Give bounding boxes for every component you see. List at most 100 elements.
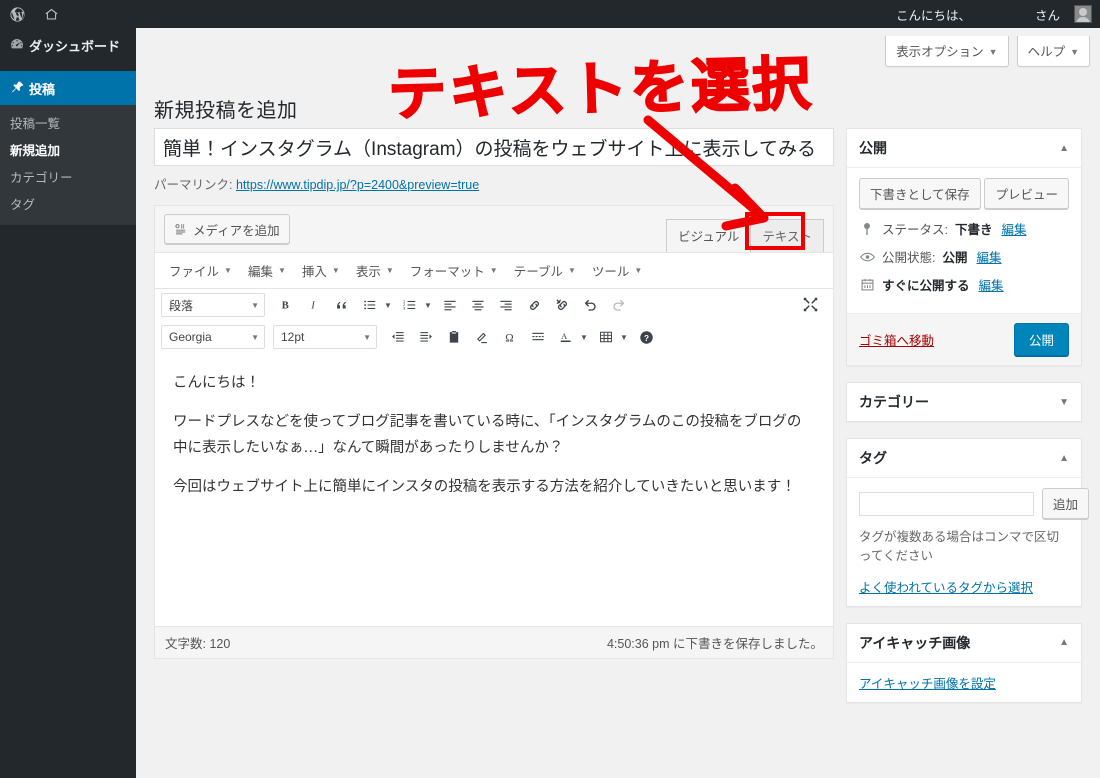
sidebar-item-all-posts[interactable]: 投稿一覧 — [0, 109, 136, 136]
sidebar-item-add-new[interactable]: 新規追加 — [0, 136, 136, 163]
move-to-trash-link[interactable]: ゴミ箱へ移動 — [859, 330, 934, 349]
post-visibility-label: 公開状態: — [882, 251, 936, 265]
table-options-icon[interactable]: ▼ — [617, 326, 631, 348]
save-draft-button[interactable]: 下書きとして保存 — [859, 178, 981, 209]
chevron-down-icon: ▼ — [988, 47, 998, 57]
sidebar-separator — [0, 62, 136, 71]
menu-edit[interactable]: 編集 ▼ — [240, 257, 294, 284]
remove-link-icon[interactable] — [549, 294, 575, 316]
screen-options-label: 表示オプション — [896, 45, 984, 59]
align-center-icon[interactable] — [465, 294, 491, 316]
tag-input[interactable] — [859, 491, 1034, 516]
featured-image-box-body: アイキャッチ画像を設定 — [847, 663, 1081, 702]
chevron-down-icon[interactable]: ▼ — [1059, 397, 1069, 408]
text-color-options-icon[interactable]: ▼ — [577, 326, 591, 348]
clear-formatting-icon[interactable] — [469, 326, 495, 348]
svg-text:Ω: Ω — [505, 332, 513, 344]
calendar-icon — [859, 278, 875, 291]
sidebar-item-tags[interactable]: タグ — [0, 190, 136, 217]
font-size-select[interactable]: 12pt ▼ — [273, 325, 377, 349]
indent-icon[interactable] — [413, 326, 439, 348]
table-icon[interactable] — [593, 326, 619, 348]
distraction-free-icon[interactable] — [797, 293, 823, 315]
choose-from-popular-tags-link[interactable]: よく使われているタグから選択 — [859, 577, 1033, 596]
menu-tools[interactable]: ツール ▼ — [584, 257, 650, 284]
tab-visual[interactable]: ビジュアル — [666, 219, 752, 252]
chevron-down-icon: ▼ — [277, 266, 286, 275]
menu-table[interactable]: テーブル ▼ — [506, 257, 584, 284]
tab-text-label: テキスト — [762, 230, 812, 244]
permalink-row: パーマリンク: https://www.tipdip.jp/?p=2400&pr… — [154, 174, 834, 193]
menu-format[interactable]: フォーマット ▼ — [402, 257, 506, 284]
sidebar-item-dashboard[interactable]: ダッシュボード — [0, 28, 136, 62]
publish-box-header[interactable]: 公開 ▲ — [847, 129, 1081, 168]
bold-icon[interactable]: B — [273, 294, 299, 316]
post-title-input[interactable] — [154, 128, 834, 166]
edit-visibility-link[interactable]: 編集 — [977, 247, 1002, 266]
undo-icon[interactable] — [577, 294, 603, 316]
menu-view[interactable]: 表示 ▼ — [348, 257, 402, 284]
insert-more-icon[interactable] — [525, 326, 551, 348]
chevron-down-icon: ▼ — [385, 266, 394, 275]
editor-status-bar: 文字数: 120 4:50:36 pm に下書きを保存しました。 — [155, 626, 833, 658]
publish-box-footer: ゴミ箱へ移動 公開 — [847, 313, 1081, 365]
editor-content-area[interactable]: こんにちは！ ワードプレスなどを使ってブログ記事を書いている時に、「インスタグラ… — [155, 355, 833, 626]
permalink-link[interactable]: https://www.tipdip.jp/?p=2400&preview=tr… — [236, 178, 479, 192]
publish-actions: 下書きとして保存 プレビュー — [859, 178, 1069, 209]
numbered-list-options-icon[interactable]: ▼ — [421, 294, 435, 316]
help-icon[interactable]: ? — [633, 326, 659, 348]
add-tag-button[interactable]: 追加 — [1042, 488, 1090, 519]
editor-paragraph: 今回はウェブサイト上に簡単にインスタの投稿を表示する方法を紹介していきたいと思い… — [173, 479, 796, 496]
insert-link-icon[interactable] — [521, 294, 547, 316]
svg-text:B: B — [282, 301, 289, 312]
menu-insert[interactable]: 挿入 ▼ — [294, 257, 348, 284]
chevron-up-icon[interactable]: ▲ — [1059, 143, 1069, 154]
chevron-up-icon[interactable]: ▲ — [1059, 453, 1069, 464]
font-family-select[interactable]: Georgia ▼ — [161, 325, 265, 349]
title-field-wrap — [154, 128, 834, 166]
align-left-icon[interactable] — [437, 294, 463, 316]
preview-button[interactable]: プレビュー — [984, 178, 1069, 209]
edit-schedule-link[interactable]: 編集 — [979, 275, 1004, 294]
featured-image-box: アイキャッチ画像 ▲ アイキャッチ画像を設定 — [846, 622, 1082, 703]
featured-image-box-header[interactable]: アイキャッチ画像 ▲ — [847, 624, 1081, 663]
editor-paragraph: ワードプレスなどを使ってブログ記事を書いている時に、「インスタグラムのこの投稿を… — [173, 414, 802, 456]
publish-button[interactable]: 公開 — [1013, 323, 1069, 356]
align-right-icon[interactable] — [493, 294, 519, 316]
special-character-icon[interactable]: Ω — [497, 326, 523, 348]
help-button[interactable]: ヘルプ ▼ — [1016, 36, 1090, 67]
categories-box-header[interactable]: カテゴリー ▼ — [847, 383, 1081, 421]
admin-bar-left — [0, 0, 68, 28]
tags-box-header[interactable]: タグ ▲ — [847, 439, 1081, 478]
edit-status-link[interactable]: 編集 — [1002, 219, 1027, 238]
chevron-up-icon[interactable]: ▲ — [1059, 637, 1069, 648]
svg-text:I: I — [310, 301, 315, 312]
set-featured-image-link[interactable]: アイキャッチ画像を設定 — [859, 677, 996, 691]
tag-help-text: タグが複数ある場合はコンマで区切ってください — [859, 530, 1060, 563]
redo-icon[interactable] — [605, 294, 631, 316]
menu-file[interactable]: ファイル ▼ — [161, 257, 240, 284]
autosave-status: 4:50:36 pm に下書きを保存しました。 — [606, 637, 823, 651]
home-icon[interactable] — [35, 0, 68, 28]
main-content: 表示オプション ▼ ヘルプ ▼ 新規投稿を追加 パーマリンク: https://ww… — [136, 28, 1100, 778]
wordpress-logo-icon[interactable] — [0, 0, 35, 28]
tab-text[interactable]: テキスト — [745, 212, 824, 252]
sidebar-item-posts-label: 投稿 — [29, 81, 56, 97]
bullet-list-options-icon[interactable]: ▼ — [381, 294, 395, 316]
blockquote-icon[interactable] — [329, 294, 355, 316]
italic-icon[interactable]: I — [301, 294, 327, 316]
sidebar-item-categories[interactable]: カテゴリー — [0, 163, 136, 190]
editor-media-row: メディアを追加 ビジュアル テキスト — [155, 206, 833, 253]
screen-options-button[interactable]: 表示オプション ▼ — [885, 36, 1009, 67]
text-color-icon[interactable]: A — [553, 326, 579, 348]
post-meta-column: 公開 ▲ 下書きとして保存 プレビュー ステータス: 下書き 編集 公開状態: … — [846, 128, 1090, 719]
outdent-icon[interactable] — [385, 326, 411, 348]
add-media-button[interactable]: メディアを追加 — [164, 214, 290, 244]
chevron-down-icon: ▼ — [634, 266, 643, 275]
admin-bar-right[interactable]: こんにちは、 さん — [896, 0, 1100, 28]
sidebar-item-posts[interactable]: 投稿 — [0, 71, 144, 105]
paste-text-icon[interactable] — [441, 326, 467, 348]
paragraph-style-select[interactable]: 段落 ▼ — [161, 293, 265, 317]
bullet-list-icon[interactable] — [357, 294, 383, 316]
numbered-list-icon[interactable]: 123 — [397, 294, 423, 316]
